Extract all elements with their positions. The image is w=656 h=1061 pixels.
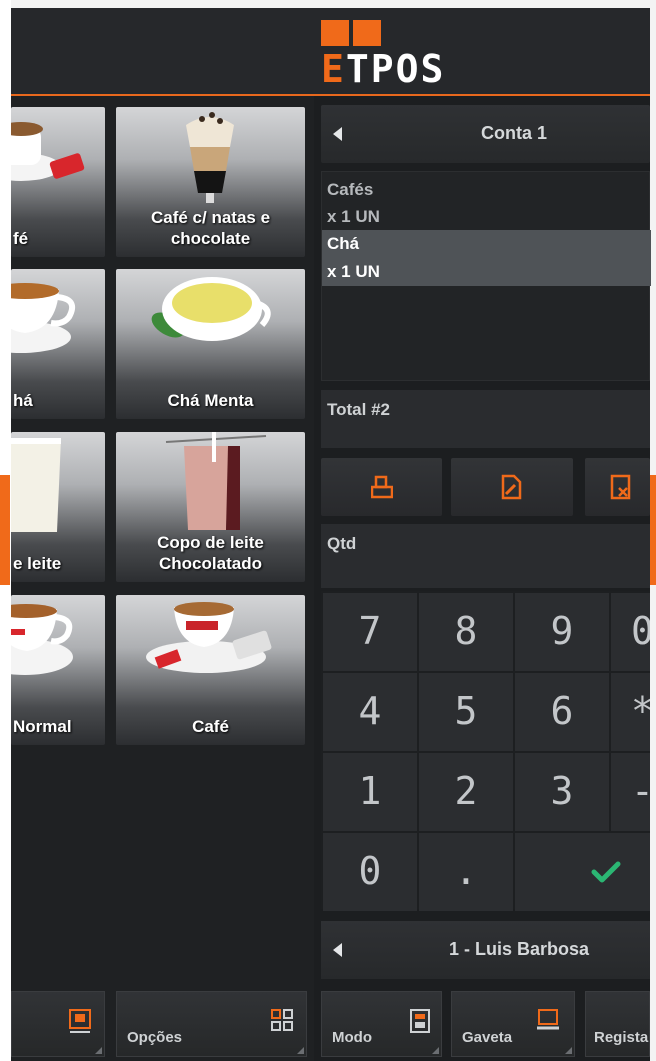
coffee-cup-icon bbox=[11, 122, 85, 181]
new-document-button[interactable] bbox=[321, 458, 442, 516]
checkmark-icon bbox=[591, 861, 621, 883]
mint-tea-cup-icon bbox=[151, 277, 271, 341]
key-3[interactable]: 3 bbox=[515, 753, 609, 831]
cash-drawer-button[interactable]: Gaveta bbox=[451, 991, 575, 1057]
key-8[interactable]: 8 bbox=[419, 593, 513, 671]
document-delete-icon bbox=[610, 474, 631, 500]
product-label: há bbox=[13, 391, 33, 410]
total-label: Total #2 bbox=[327, 400, 390, 419]
product-tile-normal[interactable]: Normal bbox=[11, 595, 105, 745]
cream-coffee-glass-icon bbox=[186, 112, 234, 203]
etpos-logo: ETPOS bbox=[321, 20, 491, 91]
product-label: Copo de leite Chocolatado bbox=[157, 533, 264, 573]
grid-icon bbox=[271, 1009, 293, 1031]
order-item-qty[interactable]: x 1 UN bbox=[322, 203, 651, 231]
edit-document-button[interactable] bbox=[451, 458, 573, 516]
arrow-left-icon[interactable] bbox=[333, 127, 342, 141]
scroll-left-marker[interactable] bbox=[0, 475, 10, 585]
document-edit-icon bbox=[501, 474, 522, 500]
user-label: 1 - Luis Barbosa bbox=[449, 939, 590, 959]
product-label: Normal bbox=[13, 717, 72, 736]
key-1[interactable]: 1 bbox=[323, 753, 417, 831]
quantity-field[interactable]: Qtd bbox=[321, 524, 650, 588]
product-tile-cha[interactable]: há bbox=[11, 269, 105, 419]
product-label: fé bbox=[13, 229, 29, 248]
user-selector[interactable]: 1 - Luis Barbosa bbox=[321, 921, 650, 979]
register-label: Registar bbox=[594, 1029, 650, 1046]
order-list: Cafés x 1 UN Chá x 1 UN bbox=[321, 171, 651, 381]
cash-drawer-label: Gaveta bbox=[462, 1029, 513, 1046]
key-7[interactable]: 7 bbox=[323, 593, 417, 671]
arrow-left-icon[interactable] bbox=[333, 943, 342, 957]
product-tile-cha-menta[interactable]: Chá Menta bbox=[116, 269, 305, 419]
key-multiply[interactable]: * bbox=[611, 673, 650, 751]
order-item-qty-selected[interactable]: x 1 UN bbox=[322, 258, 651, 286]
product-tile-leite[interactable]: e leite bbox=[11, 432, 105, 582]
flag-icon bbox=[69, 1009, 91, 1033]
quantity-label: Qtd bbox=[327, 534, 357, 553]
scroll-right-marker[interactable] bbox=[650, 475, 656, 585]
total-bar: Total #2 bbox=[321, 390, 650, 448]
mode-button[interactable]: Modo bbox=[321, 991, 442, 1057]
window-frame-top bbox=[0, 0, 656, 8]
product-tile-cafe-natas[interactable]: Café c/ natas e chocolate bbox=[116, 107, 305, 257]
mode-label: Modo bbox=[332, 1029, 372, 1046]
account-label: Conta 1 bbox=[481, 123, 548, 143]
key-9[interactable]: 9 bbox=[515, 593, 609, 671]
product-tile-cafe[interactable]: fé bbox=[11, 107, 105, 257]
numeric-keypad: 7 8 9 0 4 5 6 * 1 2 3 - 0 . bbox=[321, 591, 650, 911]
confirm-button[interactable] bbox=[515, 833, 650, 911]
key-6[interactable]: 6 bbox=[515, 673, 609, 751]
key-decimal[interactable]: . bbox=[419, 833, 513, 911]
product-label: e leite bbox=[13, 554, 62, 573]
calculator-icon bbox=[410, 1009, 430, 1033]
register-button[interactable]: Registar bbox=[585, 991, 650, 1057]
product-label: Café bbox=[192, 717, 229, 736]
document-print-icon bbox=[370, 475, 393, 499]
key-5[interactable]: 5 bbox=[419, 673, 513, 751]
product-label: Chá Menta bbox=[167, 391, 254, 410]
corner-indicator bbox=[432, 1047, 439, 1054]
espresso-cup-icon bbox=[11, 604, 73, 675]
product-tile-leite-chocolatado[interactable]: Copo de leite Chocolatado bbox=[116, 432, 305, 582]
corner-indicator bbox=[297, 1047, 304, 1054]
milk-glass-icon bbox=[11, 438, 61, 532]
options-button[interactable]: Opções bbox=[116, 991, 307, 1057]
product-label: Café c/ natas e chocolate bbox=[150, 208, 271, 248]
account-selector[interactable]: Conta 1 bbox=[321, 105, 650, 163]
logo-square bbox=[353, 20, 381, 46]
corner-indicator bbox=[565, 1047, 572, 1054]
tea-cup-icon bbox=[11, 283, 75, 353]
key-0-top[interactable]: 0 bbox=[611, 593, 650, 671]
logo-text: ETPOS bbox=[321, 47, 446, 91]
key-2[interactable]: 2 bbox=[419, 753, 513, 831]
order-item-name[interactable]: Cafés bbox=[322, 176, 651, 204]
corner-indicator bbox=[95, 1047, 102, 1054]
product-tile-cafe-2[interactable]: Café bbox=[116, 595, 305, 745]
key-4[interactable]: 4 bbox=[323, 673, 417, 751]
coffee-cup-icon bbox=[146, 602, 272, 673]
key-minus[interactable]: - bbox=[611, 753, 650, 831]
delete-document-button[interactable] bbox=[585, 458, 650, 516]
order-item-name-selected[interactable]: Chá bbox=[322, 230, 651, 258]
key-0[interactable]: 0 bbox=[323, 833, 417, 911]
chocolate-milk-glass-icon bbox=[165, 432, 267, 530]
cash-drawer-icon bbox=[537, 1009, 559, 1030]
bottom-button-flag[interactable] bbox=[11, 991, 105, 1057]
options-label: Opções bbox=[127, 1029, 183, 1046]
logo-square bbox=[321, 20, 349, 46]
